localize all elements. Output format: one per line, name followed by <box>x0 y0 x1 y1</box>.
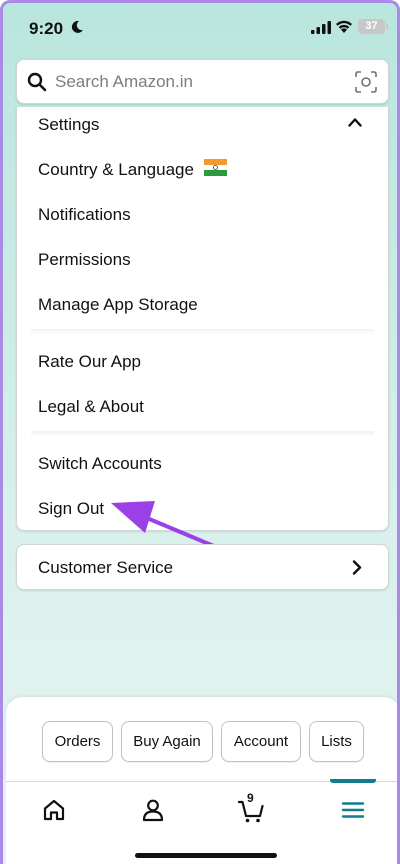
cart-tab[interactable]: 9 <box>237 791 265 824</box>
signal-icon <box>311 21 331 34</box>
home-indicator <box>135 853 277 858</box>
bottom-tab-bar: 9 <box>6 779 397 864</box>
divider <box>31 431 374 437</box>
search-bar[interactable] <box>16 59 389 104</box>
cart-count-badge: 9 <box>247 791 254 805</box>
settings-header[interactable]: Settings <box>38 115 99 135</box>
search-input[interactable] <box>55 60 345 103</box>
quick-links-panel: Orders Buy Again Account Lists <box>6 697 397 781</box>
search-icon <box>27 72 47 92</box>
menu-item-sign-out[interactable]: Sign Out <box>38 499 104 519</box>
home-icon[interactable] <box>40 796 68 824</box>
menu-item-legal-about[interactable]: Legal & About <box>38 397 144 417</box>
status-bar: 9:20 37 <box>3 3 397 53</box>
orders-button[interactable]: Orders <box>42 721 113 762</box>
app-screen: 9:20 37 Settings <box>0 0 400 864</box>
battery-indicator: 37 <box>358 19 388 34</box>
chevron-right-icon <box>352 560 362 575</box>
customer-service-label: Customer Service <box>38 558 174 577</box>
menu-item-switch-accounts[interactable]: Switch Accounts <box>38 454 162 474</box>
wifi-icon <box>336 20 352 33</box>
divider <box>31 329 374 335</box>
camera-scan-icon[interactable] <box>355 71 377 93</box>
customer-service-row[interactable]: Customer Service <box>16 544 389 590</box>
menu-item-manage-app-storage[interactable]: Manage App Storage <box>38 295 198 315</box>
moon-icon <box>71 20 83 33</box>
chevron-up-icon[interactable] <box>348 117 362 127</box>
buy-again-button[interactable]: Buy Again <box>121 721 213 762</box>
account-button[interactable]: Account <box>221 721 301 762</box>
lists-button[interactable]: Lists <box>309 721 364 762</box>
selected-tab-indicator <box>330 779 376 783</box>
menu-item-country-language[interactable]: Country & Language <box>38 160 194 180</box>
menu-item-permissions[interactable]: Permissions <box>38 250 131 270</box>
profile-icon[interactable] <box>139 796 167 824</box>
india-flag-icon <box>204 159 227 176</box>
status-time: 9:20 <box>29 19 64 38</box>
settings-menu: Settings Country & Language Notification… <box>16 107 389 531</box>
menu-item-notifications[interactable]: Notifications <box>38 205 131 225</box>
menu-item-rate-our-app[interactable]: Rate Our App <box>38 352 141 372</box>
menu-icon[interactable] <box>339 796 367 824</box>
